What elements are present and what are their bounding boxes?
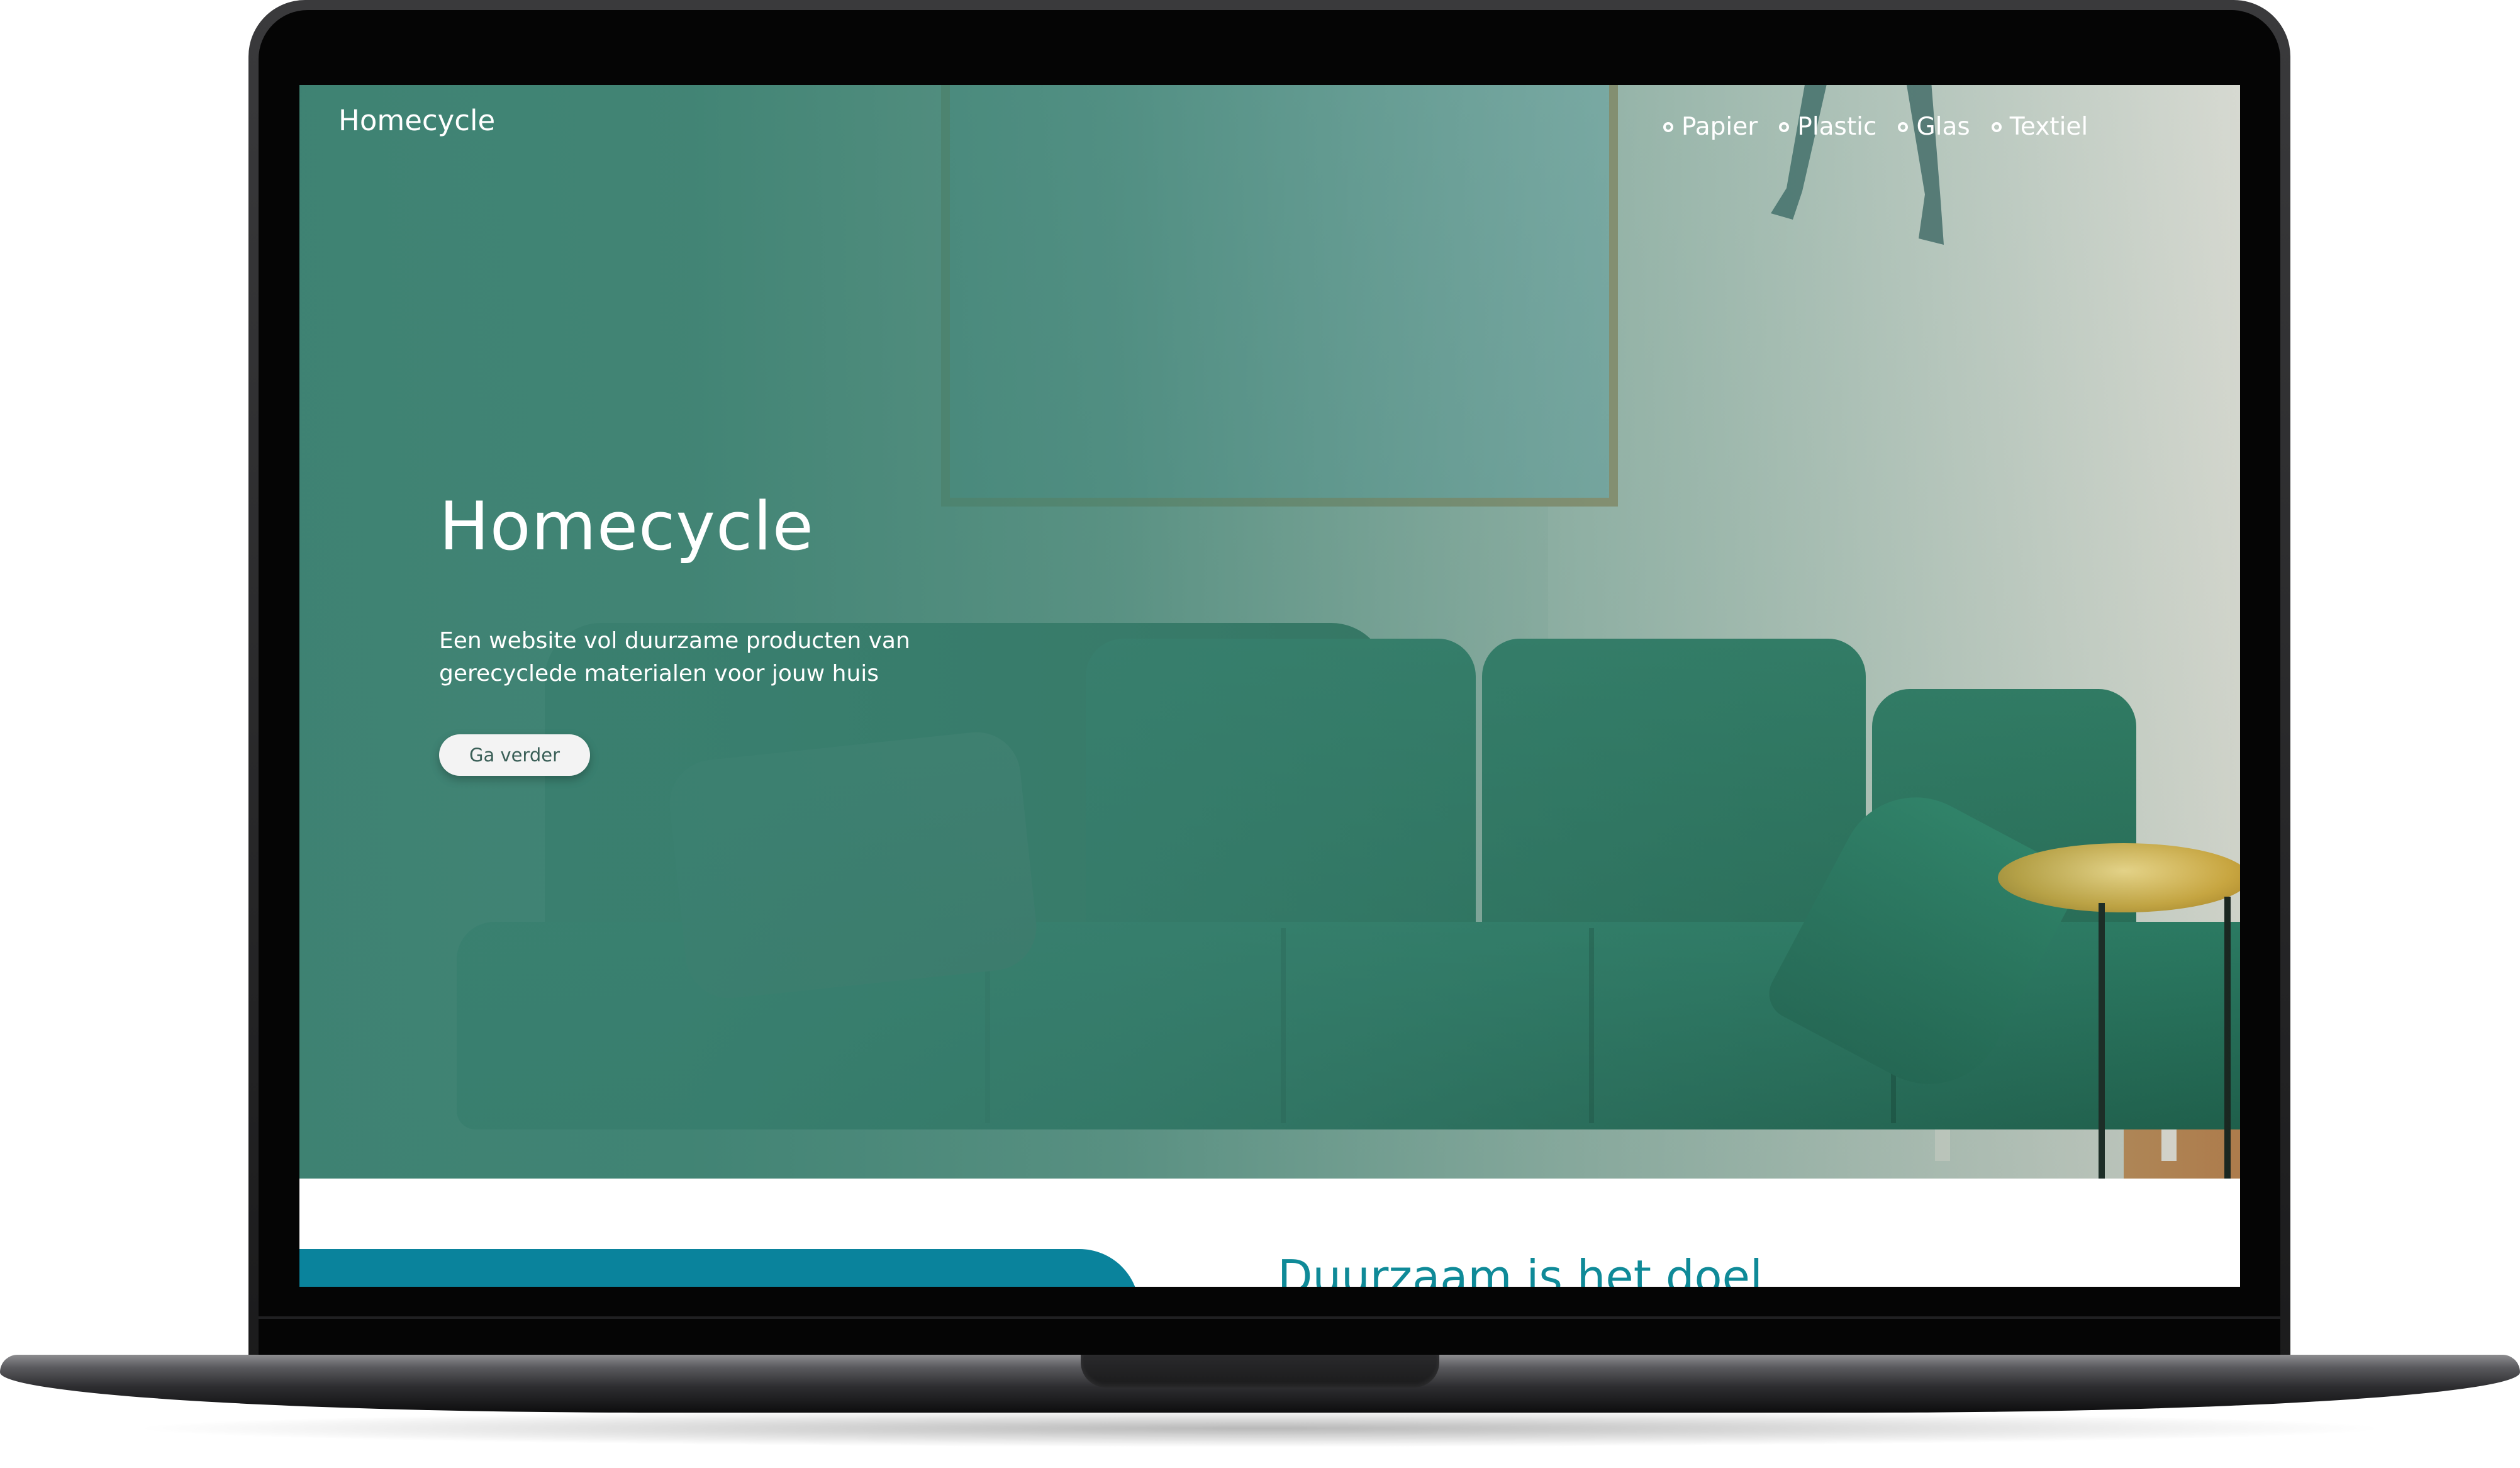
laptop-notch [1081,1355,1439,1387]
site-logo[interactable]: Homecycle [338,104,495,137]
nav-item-label: Textiel [2009,113,2088,141]
nav-item-label: Glas [1916,113,1970,141]
laptop-screen: Homecycle Papier Plastic Glas Textiel Ho… [299,85,2240,1287]
nav-item-plastic[interactable]: Plastic [1779,113,1876,141]
hero-title: Homecycle [439,488,814,565]
main-nav: Papier Plastic Glas Textiel [1663,113,2088,141]
bezel-chin-line [259,1316,2280,1319]
section-image-block [299,1249,1139,1287]
hero-section: Homecycle Papier Plastic Glas Textiel Ho… [299,85,2240,1179]
radio-circle-icon [1779,121,1790,132]
mockup-stage: Homecycle Papier Plastic Glas Textiel Ho… [0,0,2520,1468]
radio-circle-icon [1663,121,1673,132]
nav-item-glas[interactable]: Glas [1898,113,1970,141]
nav-item-label: Papier [1681,113,1758,141]
laptop-shadow [126,1409,2394,1447]
nav-item-textiel[interactable]: Textiel [1991,113,2088,141]
radio-circle-icon [1991,121,2002,132]
radio-circle-icon [1898,121,1909,132]
hero-subtitle: Een website vol duurzame producten van g… [439,628,910,686]
nav-item-papier[interactable]: Papier [1663,113,1758,141]
nav-item-label: Plastic [1797,113,1877,141]
ga-verder-button[interactable]: Ga verder [439,734,590,776]
section-title: Duurzaam is het doel [1278,1250,1763,1287]
